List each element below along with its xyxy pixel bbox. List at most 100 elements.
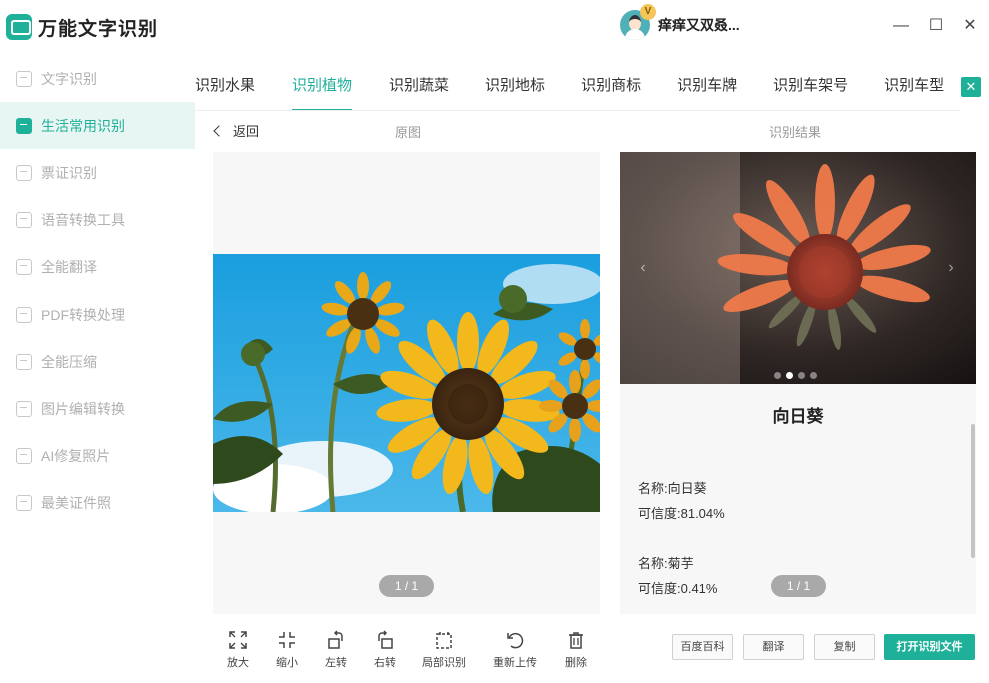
app-name: 万能文字识别: [38, 18, 159, 40]
zoom-in-label: 放大: [227, 657, 249, 669]
reupload-button[interactable]: 重新上传: [490, 630, 540, 670]
sidebar-item-label: PDF转换处理: [41, 306, 125, 323]
image-edit-icon: [16, 400, 32, 417]
close-tab-icon[interactable]: ✕: [961, 77, 981, 97]
original-image-panel: 1 / 1: [213, 152, 600, 614]
partial-recognition-label: 局部识别: [422, 657, 466, 669]
sidebar-item-ai-repair[interactable]: AI修复照片: [0, 433, 195, 480]
sidebar-item-label: 语音转换工具: [41, 212, 125, 229]
carousel-next-icon[interactable]: ›: [939, 256, 963, 280]
sidebar-item-voice-tools[interactable]: 语音转换工具: [0, 197, 195, 244]
sunflower-photo[interactable]: [213, 254, 600, 512]
app-window: 万能文字识别 文字识别 生活常用识别 票证识别 语音转换工具 全能翻译 PDF转…: [0, 0, 989, 683]
open-file-button[interactable]: 打开识别文件: [884, 634, 975, 660]
chevron-left-icon: [213, 124, 225, 137]
tab-logo[interactable]: 识别商标: [581, 63, 641, 110]
sidebar-item-label: 图片编辑转换: [41, 400, 125, 417]
tab-landmark[interactable]: 识别地标: [485, 63, 545, 110]
zoom-in-button[interactable]: 放大: [213, 630, 263, 670]
original-label: 原图: [395, 125, 422, 140]
result-scrollbar[interactable]: [971, 424, 975, 558]
zoom-out-label: 缩小: [276, 657, 298, 669]
carousel-dot[interactable]: [798, 372, 805, 379]
delete-button[interactable]: 删除: [551, 630, 601, 670]
sidebar-item-id-photo[interactable]: 最美证件照: [0, 480, 195, 527]
compress-icon: [16, 353, 32, 370]
sidebar-item-label: 票证识别: [41, 164, 97, 181]
rotate-right-icon: [378, 630, 393, 649]
baidu-baike-button[interactable]: 百度百科: [672, 634, 733, 660]
sidebar-nav: 文字识别 生活常用识别 票证识别 语音转换工具 全能翻译 PDF转换处理 全能压…: [0, 55, 195, 527]
sidebar-item-text-recognition[interactable]: 文字识别: [0, 55, 195, 102]
image-toolbar: 放大 缩小 左转 右转 局部识别 重新上传 删除: [213, 630, 600, 680]
username: 痒痒又双叒...: [658, 17, 740, 33]
title-bar: V 痒痒又双叒... — ☐ ✕: [195, 0, 989, 58]
minimize-button[interactable]: —: [889, 14, 913, 38]
sidebar-item-image-edit[interactable]: 图片编辑转换: [0, 385, 195, 432]
carousel-dot[interactable]: [774, 372, 781, 379]
brand: 万能文字识别: [6, 12, 158, 42]
sidebar: 万能文字识别 文字识别 生活常用识别 票证识别 语音转换工具 全能翻译 PDF转…: [0, 0, 195, 683]
copy-button[interactable]: 复制: [814, 634, 875, 660]
result-panel: ‹ › 向日葵 名称:向日葵 可信度:81.04% 名称:菊芋 可信度:0.41…: [620, 152, 976, 614]
delete-label: 删除: [565, 657, 587, 669]
close-button[interactable]: ✕: [958, 14, 982, 38]
zoom-out-button[interactable]: 缩小: [262, 630, 312, 670]
back-button[interactable]: 返回: [213, 121, 260, 140]
zoom-out-icon: [279, 632, 295, 648]
id-photo-icon: [16, 495, 32, 512]
result-name-1: 名称:向日葵: [638, 481, 707, 496]
result-name-2: 名称:菊芋: [638, 556, 694, 571]
maximize-button[interactable]: ☐: [924, 14, 948, 38]
app-logo-icon: [6, 14, 32, 40]
back-label: 返回: [233, 124, 260, 139]
result-confidence-1: 可信度:81.04%: [638, 506, 725, 521]
voice-convert-icon: [16, 212, 32, 229]
sidebar-item-label: 文字识别: [41, 70, 97, 87]
carousel-dot[interactable]: [810, 372, 817, 379]
ticket-scan-icon: [16, 164, 32, 181]
rotate-left-label: 左转: [325, 657, 347, 669]
result-title: 向日葵: [772, 407, 824, 426]
tab-license-plate[interactable]: 识别车牌: [677, 63, 737, 110]
partial-recognition-button[interactable]: 局部识别: [419, 630, 469, 670]
tab-vin[interactable]: 识别车架号: [773, 63, 848, 110]
result-confidence-2: 可信度:0.41%: [638, 581, 718, 596]
crop-icon: [436, 632, 452, 649]
ai-repair-icon: [16, 448, 32, 465]
carousel-dots: [774, 372, 822, 379]
sidebar-item-translate[interactable]: 全能翻译: [0, 244, 195, 291]
sidebar-item-compress[interactable]: 全能压缩: [0, 338, 195, 385]
user-profile[interactable]: V 痒痒又双叒...: [620, 4, 740, 40]
rotate-right-label: 右转: [374, 657, 396, 669]
reupload-label: 重新上传: [493, 657, 537, 669]
tab-car-model[interactable]: 识别车型: [884, 63, 944, 110]
sidebar-item-pdf[interactable]: PDF转换处理: [0, 291, 195, 338]
vip-badge: V: [640, 4, 656, 20]
tab-vegetable[interactable]: 识别蔬菜: [389, 63, 449, 110]
result-page-indicator: 1 / 1: [771, 575, 826, 597]
reupload-icon: [507, 632, 524, 649]
translate-icon: [16, 259, 32, 276]
sidebar-item-life-recognition[interactable]: 生活常用识别: [0, 102, 195, 150]
sidebar-item-label: 最美证件照: [41, 495, 111, 512]
result-image-carousel[interactable]: ‹ ›: [620, 152, 976, 384]
zoom-in-icon: [229, 631, 247, 649]
sub-header: 返回 原图 识别结果: [195, 112, 989, 150]
page-indicator: 1 / 1: [379, 575, 434, 597]
rotate-left-button[interactable]: 左转: [311, 630, 361, 670]
tab-plant[interactable]: 识别植物: [292, 63, 353, 110]
carousel-prev-icon[interactable]: ‹: [631, 256, 655, 280]
tab-fruit[interactable]: 识别水果: [195, 63, 255, 110]
sidebar-item-label: 生活常用识别: [41, 117, 125, 134]
translate-button[interactable]: 翻译: [743, 634, 804, 660]
delete-icon: [569, 632, 583, 649]
sidebar-item-label: 全能翻译: [41, 259, 97, 276]
carousel-dot[interactable]: [786, 372, 793, 379]
rotate-left-icon: [328, 630, 343, 649]
rotate-right-button[interactable]: 右转: [360, 630, 410, 670]
recognition-tabs: 识别水果 识别植物 识别蔬菜 识别地标 识别商标 识别车牌 识别车架号 识别车型: [195, 63, 960, 111]
result-label: 识别结果: [769, 125, 822, 140]
sidebar-item-label: 全能压缩: [41, 353, 97, 370]
sidebar-item-ticket-recognition[interactable]: 票证识别: [0, 149, 195, 196]
